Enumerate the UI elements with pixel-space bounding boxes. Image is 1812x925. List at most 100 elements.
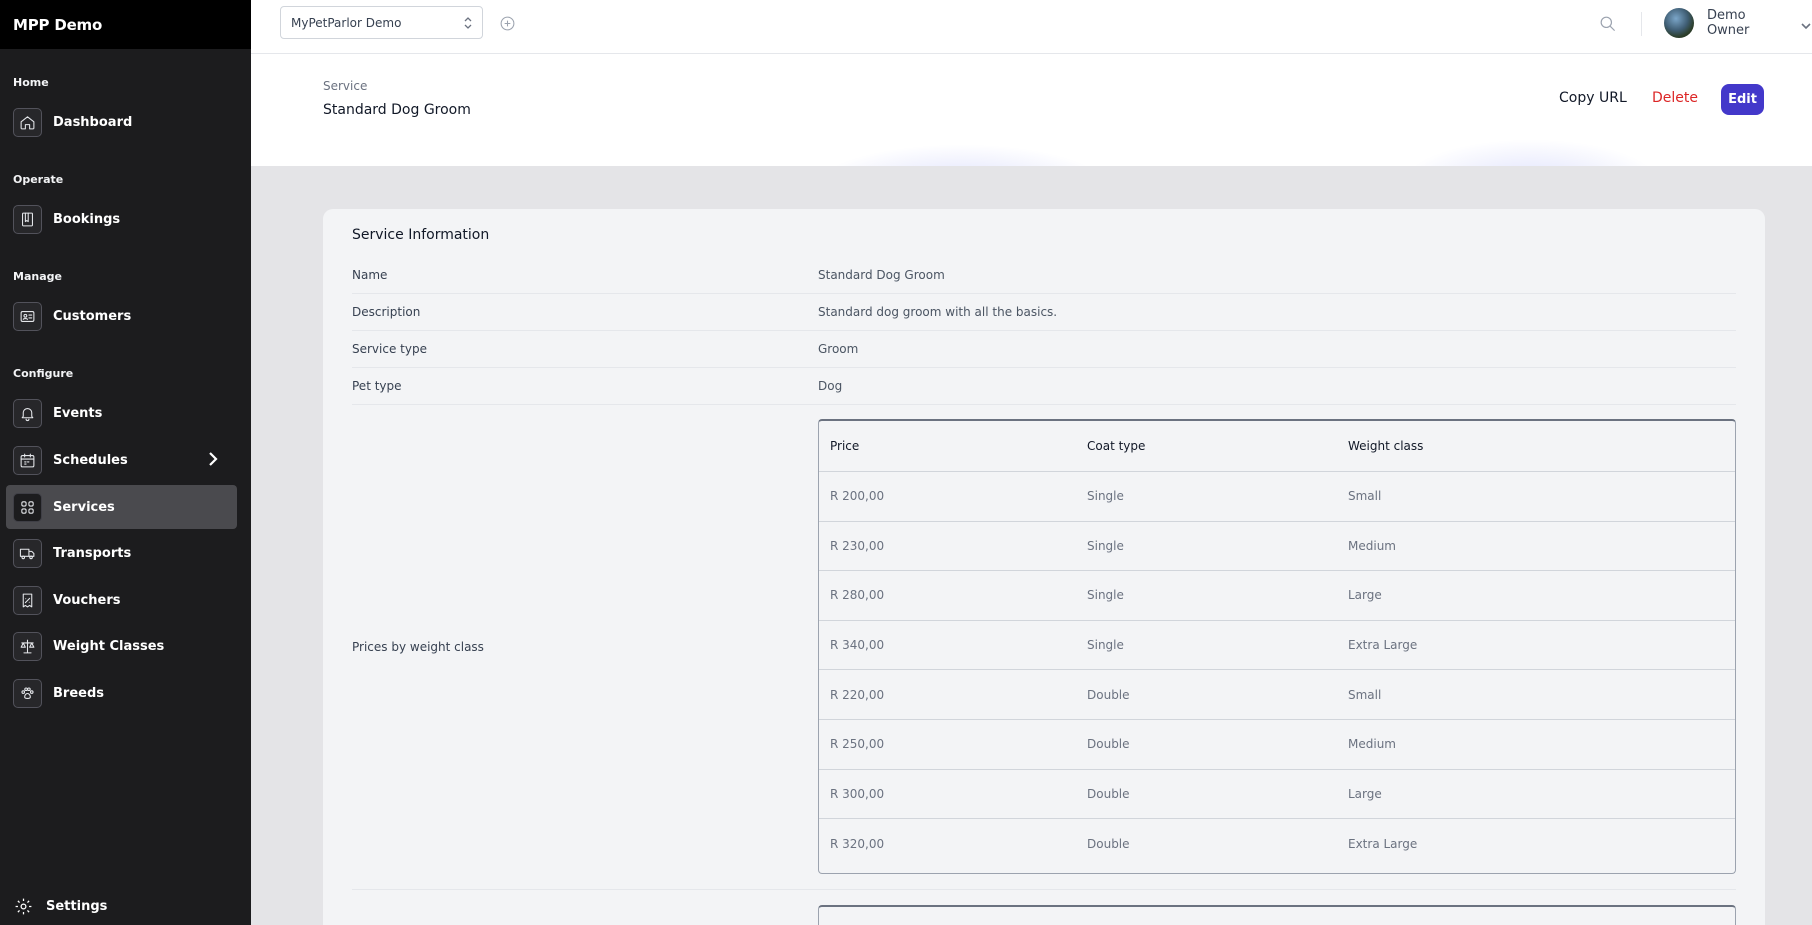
scale-icon bbox=[13, 631, 42, 661]
table-row: R 230,00 Single Medium bbox=[819, 522, 1735, 572]
header-glow bbox=[811, 144, 1111, 166]
section-manage: Manage bbox=[13, 269, 62, 283]
chevron-right-icon[interactable] bbox=[205, 450, 221, 468]
info-row: Name Standard Dog Groom bbox=[352, 257, 1736, 294]
cell-weight-class: Small bbox=[1348, 489, 1382, 504]
cell-price: R 220,00 bbox=[830, 687, 885, 702]
sidebar-item-label: Bookings bbox=[53, 211, 121, 227]
cell-coat-type: Single bbox=[1087, 588, 1124, 603]
field-label: Service type bbox=[352, 342, 427, 356]
field-value: Standard Dog Groom bbox=[818, 268, 945, 282]
cell-price: R 250,00 bbox=[830, 737, 885, 752]
table-row: R 300,00 Double Large bbox=[819, 770, 1735, 820]
topbar: MyPetParlor Demo Demo Owner bbox=[251, 0, 1812, 54]
delete-button[interactable]: Delete bbox=[1652, 90, 1698, 106]
page-title: Standard Dog Groom bbox=[323, 102, 471, 118]
topbar-divider bbox=[1641, 12, 1642, 36]
sidebar-item-weight-classes[interactable]: Weight Classes bbox=[6, 624, 237, 668]
sidebar-item-label: Vouchers bbox=[53, 592, 121, 608]
sidebar-item-customers[interactable]: Customers bbox=[6, 294, 237, 338]
chevron-up-down-icon bbox=[464, 17, 472, 29]
section-configure: Configure bbox=[13, 366, 74, 380]
sidebar-item-label: Weight Classes bbox=[53, 638, 165, 654]
organization-select-value: MyPetParlor Demo bbox=[291, 15, 402, 30]
info-row: Service type Groom bbox=[352, 331, 1736, 368]
table-header: Price Coat type Weight class bbox=[819, 421, 1735, 472]
sidebar-item-bookings[interactable]: Bookings bbox=[6, 197, 237, 241]
cell-weight-class: Large bbox=[1348, 588, 1382, 603]
sidebar-item-transports[interactable]: Transports bbox=[6, 531, 237, 575]
sidebar-item-dashboard[interactable]: Dashboard bbox=[6, 100, 237, 144]
table-row: R 200,00 Single Small bbox=[819, 472, 1735, 522]
prices-label: Prices by weight class bbox=[352, 640, 484, 654]
add-circle-icon[interactable] bbox=[499, 15, 516, 32]
cell-price: R 300,00 bbox=[830, 786, 885, 801]
paw-icon bbox=[13, 678, 42, 708]
sidebar-item-label: Dashboard bbox=[53, 114, 133, 130]
sidebar-item-label: Transports bbox=[53, 545, 132, 561]
avatar bbox=[1664, 8, 1694, 38]
sidebar-item-label: Services bbox=[53, 499, 115, 515]
sidebar: MPP Demo Home Dashboard Operate Bookings… bbox=[0, 0, 251, 925]
cell-weight-class: Extra Large bbox=[1348, 638, 1418, 653]
cell-price: R 200,00 bbox=[830, 489, 885, 504]
cell-coat-type: Double bbox=[1087, 786, 1130, 801]
cell-weight-class: Large bbox=[1348, 786, 1382, 801]
cell-coat-type: Double bbox=[1087, 687, 1130, 702]
calendar-icon bbox=[13, 445, 42, 475]
home-icon bbox=[13, 107, 42, 137]
cell-price: R 320,00 bbox=[830, 836, 885, 851]
table-row: R 220,00 Double Small bbox=[819, 670, 1735, 720]
field-value: Groom bbox=[818, 342, 859, 356]
sidebar-item-label: Events bbox=[53, 405, 103, 421]
next-table bbox=[818, 905, 1736, 925]
section-operate: Operate bbox=[13, 172, 64, 186]
cell-coat-type: Single bbox=[1087, 638, 1124, 653]
brand-title: MPP Demo bbox=[0, 0, 251, 49]
edit-button[interactable]: Edit bbox=[1721, 84, 1764, 115]
cell-coat-type: Single bbox=[1087, 538, 1124, 553]
copy-url-button[interactable]: Copy URL bbox=[1559, 90, 1627, 106]
section-home: Home bbox=[13, 75, 49, 89]
field-label: Pet type bbox=[352, 379, 402, 393]
sidebar-item-label: Customers bbox=[53, 308, 132, 324]
organization-select[interactable]: MyPetParlor Demo bbox=[280, 6, 483, 39]
sidebar-item-vouchers[interactable]: Vouchers bbox=[6, 578, 237, 622]
sidebar-item-schedules[interactable]: Schedules bbox=[6, 438, 237, 482]
field-label: Name bbox=[352, 268, 388, 282]
voucher-icon bbox=[13, 585, 42, 615]
cell-coat-type: Single bbox=[1087, 489, 1124, 504]
table-row: R 340,00 Single Extra Large bbox=[819, 621, 1735, 671]
cell-price: R 340,00 bbox=[830, 638, 885, 653]
price-table: Price Coat type Weight class R 200,00 Si… bbox=[818, 419, 1736, 874]
page-header: Service Standard Dog Groom Copy URL Dele… bbox=[251, 54, 1812, 166]
cell-coat-type: Double bbox=[1087, 737, 1130, 752]
sidebar-item-services[interactable]: Services bbox=[6, 485, 237, 529]
service-information-card: Service Information Name Standard Dog Gr… bbox=[323, 209, 1765, 925]
cell-weight-class: Medium bbox=[1348, 538, 1396, 553]
cell-weight-class: Medium bbox=[1348, 737, 1396, 752]
chevron-down-icon bbox=[1800, 17, 1812, 30]
info-row: Description Standard dog groom with all … bbox=[352, 294, 1736, 331]
field-value: Standard dog groom with all the basics. bbox=[818, 305, 1058, 319]
sidebar-item-breeds[interactable]: Breeds bbox=[6, 671, 237, 715]
sidebar-item-events[interactable]: Events bbox=[6, 391, 237, 435]
card-title: Service Information bbox=[352, 227, 490, 243]
settings-label: Settings bbox=[46, 899, 108, 914]
table-row: R 250,00 Double Medium bbox=[819, 720, 1735, 770]
user-menu[interactable]: Demo Owner bbox=[1664, 8, 1812, 38]
bell-icon bbox=[13, 398, 42, 428]
cell-coat-type: Double bbox=[1087, 836, 1130, 851]
settings-button[interactable]: Settings bbox=[14, 897, 107, 916]
grid-icon bbox=[13, 492, 42, 522]
sidebar-item-label: Breeds bbox=[53, 685, 104, 701]
sidebar-item-label: Schedules bbox=[53, 452, 128, 468]
column-header-price: Price bbox=[830, 439, 860, 453]
cell-price: R 230,00 bbox=[830, 538, 885, 553]
cell-weight-class: Extra Large bbox=[1348, 836, 1418, 851]
search-icon[interactable] bbox=[1598, 14, 1617, 33]
info-row: Pet type Dog bbox=[352, 368, 1736, 405]
table-row: R 320,00 Double Extra Large bbox=[819, 819, 1735, 869]
table-row: R 280,00 Single Large bbox=[819, 571, 1735, 621]
cell-weight-class: Small bbox=[1348, 687, 1382, 702]
